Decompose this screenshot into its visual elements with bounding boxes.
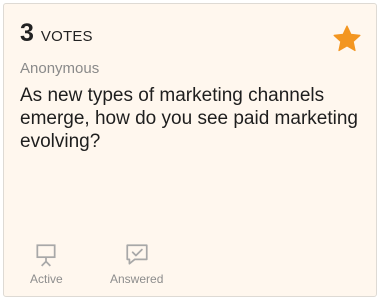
votes-label: VOTES xyxy=(40,28,93,45)
answered-label: Answered xyxy=(110,272,164,286)
votes-count: 3 xyxy=(20,19,34,47)
vote-count: 3 VOTES xyxy=(20,20,93,46)
question-card: 3 VOTES Anonymous As new types of market… xyxy=(3,3,377,297)
checked-message-icon xyxy=(126,244,148,265)
author-name: Anonymous xyxy=(20,60,100,77)
star-icon[interactable] xyxy=(332,24,362,54)
active-label: Active xyxy=(30,272,63,286)
mark-active-button[interactable]: Active xyxy=(30,242,63,286)
mark-answered-button[interactable]: Answered xyxy=(110,242,163,286)
question-text: As new types of marketing channels emerg… xyxy=(20,85,358,152)
presentation-board-icon xyxy=(36,244,56,267)
